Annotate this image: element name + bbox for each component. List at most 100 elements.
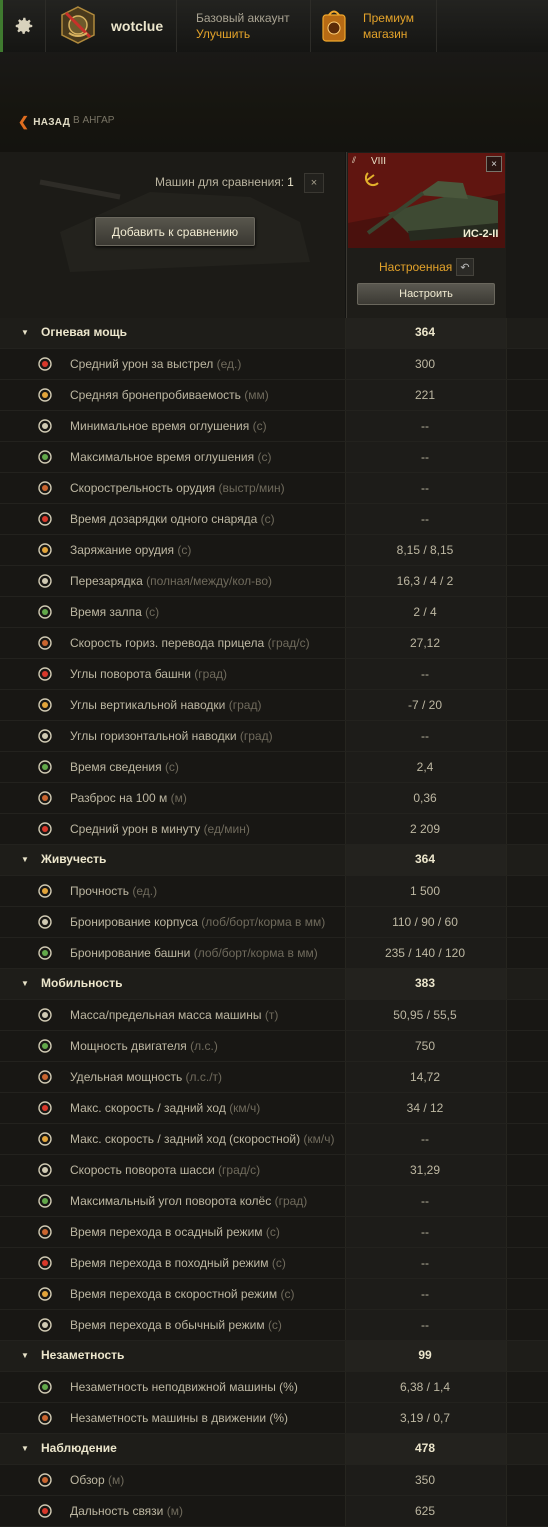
profile-button[interactable]: wotclue [46, 0, 177, 52]
category-row[interactable]: ▼ Живучесть 364 [0, 845, 548, 876]
camo-moving-icon [38, 1411, 52, 1425]
back-target: В АНГАР [73, 115, 115, 126]
param-row: Время перехода в обычный режим (с) -- [0, 1310, 548, 1341]
param-label: Время перехода в скоростной режим [70, 1287, 278, 1301]
stun-min-icon [38, 419, 52, 433]
param-label: Бронирование башни [70, 946, 191, 960]
upgrade-link[interactable]: Улучшить [196, 27, 250, 41]
param-row: Максимальное время оглушения (с) -- [0, 442, 548, 473]
dispersion-icon [38, 791, 52, 805]
param-name: Время залпа (с) [70, 605, 159, 619]
reset-config-icon[interactable]: ↶ [456, 258, 474, 276]
username: wotclue [111, 18, 164, 34]
param-value: 2,4 [416, 760, 434, 774]
param-value: 1 500 [409, 884, 441, 898]
param-label: Время перехода в осадный режим [70, 1225, 263, 1239]
param-label: Незаметность неподвижной машины (%) [70, 1380, 298, 1394]
param-unit: (м) [108, 1473, 125, 1487]
param-unit: (град) [194, 667, 227, 681]
premium-shop-icon [322, 10, 346, 42]
damage-per-minute-icon [38, 822, 52, 836]
clear-compare-button[interactable]: × [304, 173, 324, 193]
param-row: Средняя бронепробиваемость (мм) 221 [0, 380, 548, 411]
param-label: Макс. скорость / задний ход (скоростной) [70, 1132, 301, 1146]
param-value: -- [421, 729, 429, 743]
category-value: 364 [414, 325, 436, 339]
salvo-icon [38, 605, 52, 619]
param-name: Время дозарядки одного снаряда (с) [70, 512, 275, 526]
param-unit: (м) [166, 1504, 183, 1518]
chevron-down-icon: ▼ [21, 1444, 29, 1453]
param-name: Мощность двигателя (л.с.) [70, 1039, 218, 1053]
param-name: Время перехода в походный режим (с) [70, 1256, 286, 1270]
param-unit: (т) [264, 1008, 279, 1022]
param-value: 31,29 [409, 1163, 441, 1177]
account-type: Базовый аккаунт [196, 11, 290, 25]
param-label: Время залпа [70, 605, 142, 619]
param-label: Масса/предельная масса машины [70, 1008, 262, 1022]
premium-shop-button[interactable]: Премиум магазин [311, 0, 437, 52]
configure-button[interactable]: Настроить [357, 283, 495, 305]
param-value: -- [421, 419, 429, 433]
account-status[interactable]: Базовый аккаунт Улучшить [178, 0, 311, 52]
vehicle-class-icon: ⫽ [352, 155, 357, 165]
param-row: Макс. скорость / задний ход (скоростной)… [0, 1124, 548, 1155]
add-to-compare-button[interactable]: Добавить к сравнению [95, 217, 255, 246]
remove-vehicle-button[interactable]: × [486, 156, 502, 172]
param-value: 350 [414, 1473, 436, 1487]
param-value: 3,19 / 0,7 [399, 1411, 451, 1425]
category-row[interactable]: ▼ Огневая мощь 364 [0, 318, 548, 349]
rank-badge-icon [61, 6, 95, 44]
param-label: Заряжание орудия [70, 543, 175, 557]
weight-icon [38, 1008, 52, 1022]
gear-icon [15, 17, 33, 34]
category-row[interactable]: ▼ Мобильность 383 [0, 969, 548, 1000]
param-label: Максимальный угол поворота колёс [70, 1194, 272, 1208]
param-value: 27,12 [409, 636, 441, 650]
param-label: Обзор [70, 1473, 105, 1487]
param-unit: (град/с) [267, 636, 310, 650]
param-value: 8,15 / 8,15 [396, 543, 454, 557]
param-unit: (ед/мин) [203, 822, 250, 836]
category-value: 364 [414, 852, 436, 866]
param-label: Скорость поворота шасси [70, 1163, 215, 1177]
param-label: Скорострельность орудия [70, 481, 216, 495]
param-unit: (км/ч) [229, 1101, 261, 1115]
param-row: Минимальное время оглушения (с) -- [0, 411, 548, 442]
top-bar: wotclue Базовый аккаунт Улучшить Премиум… [0, 0, 548, 53]
param-value: 2 209 [409, 822, 441, 836]
param-value: -- [421, 481, 429, 495]
param-label: Скорость гориз. перевода прицела [70, 636, 265, 650]
category-row[interactable]: ▼ Наблюдение 478 [0, 1434, 548, 1465]
category-row[interactable]: ▼ Незаметность 99 [0, 1341, 548, 1372]
param-value: 16,3 / 4 / 2 [396, 574, 454, 588]
param-value: 6,38 / 1,4 [399, 1380, 451, 1394]
specific-power-icon [38, 1070, 52, 1084]
speed-fast-icon [38, 1132, 52, 1146]
param-row: Дальность связи (м) 625 [0, 1496, 548, 1527]
category-value: 478 [414, 1441, 436, 1455]
param-row: Время сведения (с) 2,4 [0, 752, 548, 783]
param-row: Время залпа (с) 2 / 4 [0, 597, 548, 628]
chevron-left-icon: ❮ [18, 114, 30, 129]
param-label: Время дозарядки одного снаряда [70, 512, 258, 526]
param-value: -- [421, 667, 429, 681]
wheel-angle-icon [38, 1194, 52, 1208]
param-row: Углы поворота башни (град) -- [0, 659, 548, 690]
chevron-down-icon: ▼ [21, 979, 29, 988]
back-label: НАЗАД [33, 116, 71, 128]
back-button[interactable]: ❮ НАЗАД [18, 114, 70, 130]
param-unit: (ед.) [132, 884, 158, 898]
param-unit: (град) [228, 698, 262, 712]
stats-table: ▼ Огневая мощь 364 Средний урон за выстрел … [0, 318, 548, 1527]
param-value: 300 [414, 357, 436, 371]
category-value: 99 [418, 1348, 432, 1362]
param-row: Обзор (м) 350 [0, 1465, 548, 1496]
param-name: Максимальный угол поворота колёс (град) [70, 1194, 307, 1208]
param-name: Время перехода в осадный режим (с) [70, 1225, 280, 1239]
param-value: -7 / 20 [407, 698, 443, 712]
settings-button[interactable] [3, 0, 46, 52]
param-value: -- [421, 1318, 429, 1332]
shot-damage-icon [38, 357, 52, 371]
param-unit: (с) [164, 760, 179, 774]
